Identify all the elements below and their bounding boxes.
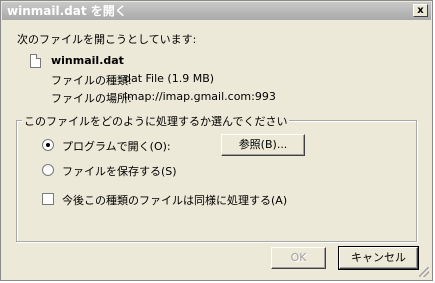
save-file-label[interactable]: ファイルを保存する(S) <box>62 163 177 179</box>
close-button[interactable]: x <box>413 4 428 17</box>
dialog-body: 次のファイルを開こうとしています: winmail.dat ファイルの種類: d… <box>2 20 431 279</box>
resize-grip-icon[interactable] <box>419 267 429 277</box>
intro-text: 次のファイルを開こうとしています: <box>17 33 197 46</box>
save-file-radio[interactable] <box>42 164 54 176</box>
file-location-label: ファイルの場所: <box>51 92 132 105</box>
close-icon: x <box>417 5 424 16</box>
file-name: winmail.dat <box>51 54 124 67</box>
open-with-label[interactable]: プログラムで開く(O): <box>62 138 171 154</box>
browse-button[interactable]: 参照(B)... <box>221 134 305 156</box>
file-type-value: dat File (1.9 MB) <box>124 72 215 85</box>
group-legend: このファイルをどのように処理するか選んでください <box>22 113 290 129</box>
title-bar[interactable]: winmail.dat を開く x <box>2 2 431 20</box>
cancel-button[interactable]: キャンセル <box>338 246 419 270</box>
file-location-value: imap://imap.gmail.com:993 <box>124 90 276 103</box>
window-title: winmail.dat を開く <box>7 4 127 18</box>
remember-choice-checkbox[interactable] <box>42 193 54 205</box>
remember-choice-label[interactable]: 今後この種類のファイルは同様に処理する(A) <box>62 192 287 208</box>
file-icon <box>30 54 41 68</box>
open-with-radio[interactable] <box>42 139 54 151</box>
open-file-dialog: winmail.dat を開く x 次のファイルを開こうとしています: winm… <box>0 0 433 281</box>
ok-button[interactable]: OK <box>271 247 326 269</box>
file-type-label: ファイルの種類: <box>51 74 132 87</box>
